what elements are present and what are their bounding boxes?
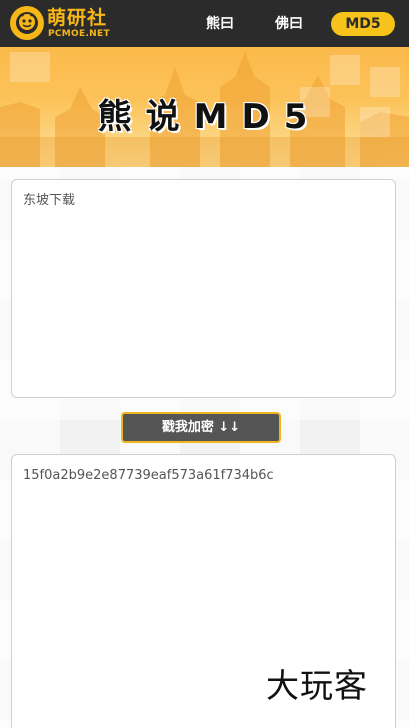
site-logo[interactable]: 萌研社 PCMOE.NET [10, 6, 120, 42]
top-navbar: 萌研社 PCMOE.NET 熊曰 佛曰 MD5 [0, 0, 409, 47]
hero-banner: 熊说MD5 [0, 47, 409, 167]
banner-title: 熊说MD5 [97, 97, 322, 137]
watermark-text: 大玩客 [266, 666, 368, 705]
logo-chinese-text: 萌研社 [47, 7, 108, 29]
encrypt-button[interactable]: 戳我加密 ↓↓ [121, 412, 281, 443]
mascot-icon [10, 6, 44, 40]
logo-english-text: PCMOE.NET [48, 29, 110, 39]
nav-item-md5[interactable]: MD5 [331, 12, 395, 36]
plaintext-input[interactable]: 东坡下载 [11, 179, 396, 398]
nav-item-buddha[interactable]: 佛曰 [266, 12, 312, 36]
nav-item-bear[interactable]: 熊曰 [197, 12, 243, 36]
